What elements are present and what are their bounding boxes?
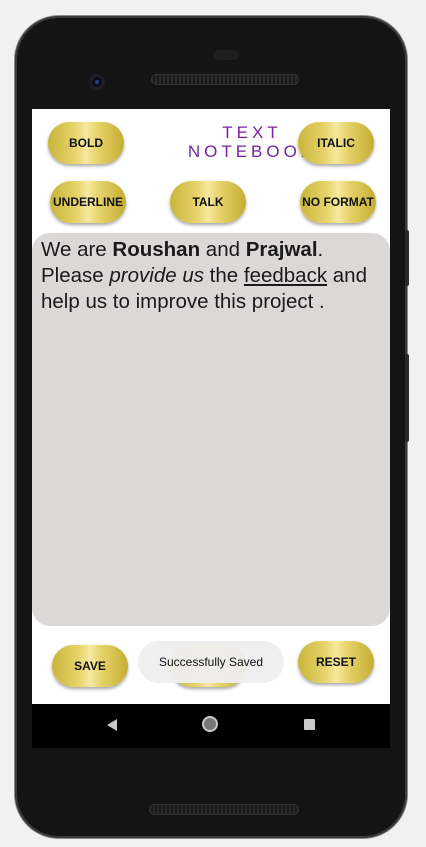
editor-bold-segment: Roushan — [112, 238, 201, 261]
bold-button[interactable]: BOLD — [48, 122, 124, 164]
app-screen: BOLD TEXT NOTEBOOK ITALIC UNDERLINE TALK… — [32, 109, 390, 704]
no-format-button[interactable]: NO FORMAT — [300, 181, 376, 223]
volume-button — [405, 354, 409, 442]
editor-text-segment: the — [203, 264, 244, 287]
editor-underline-segment: feedback — [243, 264, 328, 287]
talk-button[interactable]: TALK — [170, 181, 246, 223]
reset-button-label: RESET — [315, 655, 356, 669]
earpiece-sensor — [213, 50, 239, 60]
underline-button[interactable]: UNDERLINE — [50, 181, 126, 223]
reset-button[interactable]: RESET — [298, 641, 374, 683]
power-button — [405, 230, 409, 286]
bottom-speaker-grille — [149, 804, 299, 815]
italic-button-label: ITALIC — [317, 136, 355, 150]
front-camera-icon — [89, 74, 105, 90]
back-icon[interactable] — [107, 719, 117, 731]
notebook-text-editor[interactable]: We are Roushan and Prajwal. Please provi… — [32, 233, 390, 626]
system-navigation-bar — [32, 704, 390, 748]
home-icon[interactable] — [202, 716, 218, 732]
editor-text-segment: We are — [41, 238, 113, 261]
recent-apps-icon[interactable] — [304, 719, 315, 730]
save-button-label: SAVE — [74, 659, 106, 673]
editor-italic-segment: provide us — [109, 264, 204, 287]
italic-button[interactable]: ITALIC — [298, 122, 374, 164]
toast-message: Successfully Saved — [138, 641, 284, 683]
editor-text-segment: and — [200, 238, 246, 261]
underline-button-label: UNDERLINE — [52, 195, 123, 209]
save-button[interactable]: SAVE — [52, 645, 128, 687]
bold-button-label: BOLD — [69, 136, 103, 150]
speaker-grille — [151, 74, 299, 85]
no-format-button-label: NO FORMAT — [302, 195, 374, 209]
editor-bold-segment: Prajwal — [245, 238, 318, 261]
talk-button-label: TALK — [192, 195, 224, 209]
